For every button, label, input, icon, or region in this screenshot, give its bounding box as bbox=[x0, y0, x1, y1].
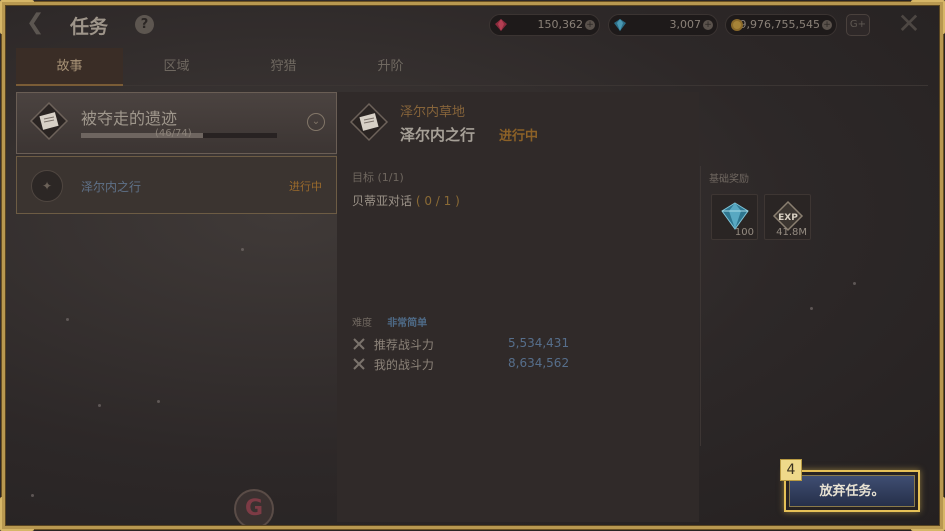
add-diamond-icon[interactable]: + bbox=[703, 20, 713, 30]
quest-group-header[interactable]: 被夺走的遗迹 (46/74) ⌄ bbox=[16, 92, 337, 154]
recommended-power-row: 推荐战斗力 5,534,431 bbox=[352, 336, 569, 352]
tab-region[interactable]: 区域 bbox=[123, 48, 230, 86]
quest-detail-panel: 泽尔内草地 泽尔内之行 进行中 目标 (1/1) 贝蒂亚对话 ( 0 / 1 )… bbox=[337, 92, 699, 522]
gold-coin-icon bbox=[731, 19, 743, 31]
header-bar: ❮ 任务 ? 150,362 + 3,007 + 9,976,755,545 +… bbox=[0, 0, 945, 46]
reward-exp[interactable]: EXP 41.8M bbox=[764, 194, 811, 240]
back-arrow-icon[interactable]: ❮ bbox=[26, 12, 48, 34]
diamond-amount: 3,007 bbox=[669, 18, 702, 31]
quest-list-item[interactable]: ✦ 泽尔内之行 进行中 bbox=[16, 156, 337, 214]
difficulty-label: 难度 bbox=[352, 318, 372, 329]
my-power-value: 8,634,562 bbox=[508, 356, 570, 370]
add-gold-icon[interactable]: + bbox=[822, 20, 832, 30]
quest-region: 泽尔内草地 bbox=[400, 105, 466, 120]
rewards-title: 基础奖励 bbox=[709, 174, 749, 185]
reward-count: 41.8M bbox=[776, 227, 807, 238]
objective-text: 贝蒂亚对话 bbox=[352, 194, 413, 208]
tab-hunt[interactable]: 狩猎 bbox=[230, 48, 337, 86]
game-logo-icon: G bbox=[234, 489, 274, 529]
help-icon[interactable]: ? bbox=[135, 15, 154, 34]
sparkle bbox=[810, 307, 813, 310]
quest-group-title: 被夺走的遗迹 bbox=[81, 109, 178, 128]
difficulty-value: 非常简单 bbox=[387, 318, 428, 329]
tab-bar: 故事 区域 狩猎 升阶 bbox=[16, 48, 928, 86]
quest-group-progress-text: (46/74) bbox=[155, 128, 192, 139]
reward-count: 100 bbox=[734, 227, 754, 238]
close-icon[interactable]: ✕ bbox=[896, 10, 922, 38]
difficulty-row: 难度 非常简单 bbox=[352, 314, 427, 329]
sparkle bbox=[853, 282, 856, 285]
abandon-button-highlight: 放弃任务。 bbox=[784, 470, 920, 512]
scroll-icon bbox=[29, 101, 69, 141]
diamond-icon bbox=[614, 19, 626, 31]
quest-item-name: 泽尔内之行 bbox=[81, 180, 142, 194]
quest-status: 进行中 bbox=[499, 129, 539, 144]
objective-label: 目标 (1/1) bbox=[352, 171, 404, 184]
tab-promotion[interactable]: 升阶 bbox=[337, 48, 444, 86]
abandon-quest-button[interactable]: 放弃任务。 bbox=[789, 475, 915, 507]
quest-marker-icon: ✦ bbox=[31, 170, 63, 202]
quest-item-status: 进行中 bbox=[289, 180, 322, 193]
reward-diamond[interactable]: 100 bbox=[711, 194, 758, 240]
my-power-row: 我的战斗力 8,634,562 bbox=[352, 356, 569, 372]
crossed-swords-icon bbox=[353, 338, 365, 350]
my-power-label: 我的战斗力 bbox=[373, 358, 434, 372]
diamond-currency[interactable]: 3,007 + bbox=[608, 14, 718, 36]
gold-amount: 9,976,755,545 bbox=[739, 18, 820, 31]
quest-name: 泽尔内之行 bbox=[400, 126, 476, 144]
page-title: 任务 bbox=[70, 16, 109, 38]
quest-list-panel: 被夺走的遗迹 (46/74) ⌄ ✦ 泽尔内之行 进行中 bbox=[16, 92, 337, 522]
crossed-swords-icon bbox=[353, 358, 365, 370]
add-ruby-icon[interactable]: + bbox=[585, 20, 595, 30]
objective-item: 贝蒂亚对话 ( 0 / 1 ) bbox=[352, 192, 460, 209]
ruby-icon bbox=[495, 19, 507, 31]
exp-label: EXP bbox=[778, 213, 798, 223]
ruby-currency[interactable]: 150,362 + bbox=[489, 14, 600, 36]
scroll-icon bbox=[349, 102, 389, 142]
objective-count: ( 0 / 1 ) bbox=[415, 194, 460, 208]
rewards-divider bbox=[700, 166, 701, 446]
g-plus-button[interactable]: G+ bbox=[846, 14, 870, 36]
recommended-power-value: 5,534,431 bbox=[508, 336, 570, 350]
gold-currency[interactable]: 9,976,755,545 + bbox=[725, 14, 837, 36]
ruby-amount: 150,362 bbox=[537, 18, 584, 31]
recommended-power-label: 推荐战斗力 bbox=[373, 338, 434, 352]
chevron-down-icon[interactable]: ⌄ bbox=[307, 113, 325, 131]
tab-story[interactable]: 故事 bbox=[16, 48, 123, 86]
step-badge: 4 bbox=[780, 459, 802, 481]
